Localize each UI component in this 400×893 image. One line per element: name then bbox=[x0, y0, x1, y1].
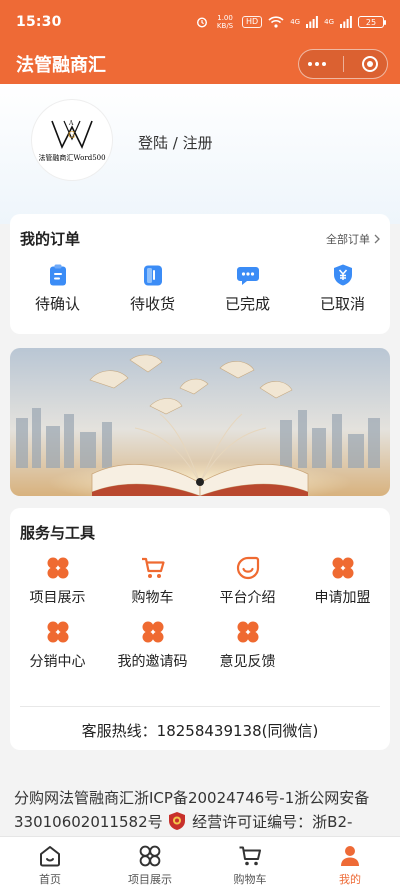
order-item-label: 待确认 bbox=[34, 295, 80, 313]
status-bar: 15:30 1.00 KB/S HD 4G 4G 25 bbox=[0, 0, 400, 44]
service-label: 购物车 bbox=[131, 590, 174, 606]
tab-label: 购物车 bbox=[233, 872, 267, 886]
wifi-icon bbox=[268, 16, 284, 28]
chevron-right-icon bbox=[374, 234, 380, 243]
divider bbox=[20, 706, 380, 707]
cart-icon bbox=[141, 557, 165, 578]
banner-pager-dot[interactable] bbox=[196, 478, 204, 486]
clover-icon bbox=[47, 557, 68, 579]
service-label: 平台介绍 bbox=[219, 590, 276, 606]
clover-icon bbox=[332, 557, 353, 579]
battery-icon: 25 bbox=[358, 16, 386, 28]
banner-book-image bbox=[10, 348, 390, 496]
tab-cart[interactable]: 购物车 bbox=[200, 837, 300, 893]
orders-card: 我的订单 全部订单 待确认 待收货 已完成 已取消 bbox=[10, 214, 390, 334]
icp-line-1: 分购网法管融商汇浙ICP备20024746号-1浙公网安备 bbox=[14, 789, 370, 807]
all-orders-link[interactable]: 全部订单 bbox=[326, 231, 380, 247]
close-target-icon[interactable] bbox=[362, 56, 379, 72]
service-label: 意见反馈 bbox=[219, 654, 276, 670]
top-bar: 15:30 1.00 KB/S HD 4G 4G 25 法管融商汇 bbox=[0, 0, 400, 84]
customer-service-hotline[interactable]: 客服热线：18258439138(同微信) bbox=[10, 720, 390, 741]
network-speed: 1.00 KB/S bbox=[216, 14, 234, 30]
service-distribution-center[interactable]: 分销中心 bbox=[10, 619, 105, 671]
service-label: 我的邀请码 bbox=[117, 654, 188, 670]
signal-bars-icon bbox=[306, 16, 319, 28]
yen-shield-icon bbox=[333, 264, 352, 286]
clover-icon bbox=[47, 621, 68, 643]
status-time: 15:30 bbox=[16, 14, 62, 30]
service-label: 分销中心 bbox=[29, 654, 86, 670]
tab-mine[interactable]: 我的 bbox=[300, 837, 400, 893]
tab-projects[interactable]: 项目展示 bbox=[100, 837, 200, 893]
service-label: 申请加盟 bbox=[314, 590, 371, 606]
service-apply-join[interactable]: 申请加盟 bbox=[295, 555, 390, 607]
alarm-icon bbox=[197, 17, 208, 28]
service-cart[interactable]: 购物车 bbox=[105, 555, 200, 607]
icp-line-2-a: 33010602011582号 bbox=[14, 813, 163, 831]
order-item-pending-confirm[interactable]: 待确认 bbox=[13, 263, 103, 314]
svg-text:G: G bbox=[68, 131, 75, 141]
all-orders-label: 全部订单 bbox=[326, 232, 370, 246]
tab-label: 项目展示 bbox=[128, 872, 172, 886]
avatar[interactable]: G A 法管融商汇Word500 bbox=[32, 100, 112, 180]
order-item-cancelled[interactable]: 已取消 bbox=[298, 263, 388, 314]
services-header: 服务与工具 bbox=[10, 508, 390, 543]
service-project-showcase[interactable]: 项目展示 bbox=[10, 555, 105, 607]
more-icon[interactable] bbox=[307, 62, 326, 66]
battery-level: 25 bbox=[365, 17, 377, 27]
signal-1-label: 4G bbox=[290, 18, 301, 26]
smile-drop-icon bbox=[236, 556, 259, 580]
police-badge-icon bbox=[169, 812, 186, 830]
profile-header: G A 法管融商汇Word500 登陆 / 注册 bbox=[0, 84, 400, 224]
order-item-completed[interactable]: 已完成 bbox=[203, 263, 293, 314]
hd-badge: HD bbox=[242, 16, 263, 28]
user-icon bbox=[341, 845, 359, 866]
services-card: 服务与工具 项目展示 购物车 平台介绍 申请加盟 分销中心 我的邀请码 意见反馈… bbox=[10, 508, 390, 750]
signal-2-label: 4G bbox=[324, 18, 334, 26]
document-icon bbox=[143, 265, 162, 286]
service-invite-code[interactable]: 我的邀请码 bbox=[105, 619, 200, 671]
order-item-label: 待收货 bbox=[129, 295, 175, 313]
cart-icon bbox=[239, 846, 261, 865]
order-item-label: 已取消 bbox=[319, 295, 365, 313]
icp-line-2: 33010602011582号 经营许可证编号：浙B2- bbox=[14, 810, 388, 834]
nav-bar: 法管融商汇 bbox=[0, 44, 400, 84]
icp-footer: 分购网法管融商汇浙ICP备20024746号-1浙公网安备 3301060201… bbox=[14, 786, 388, 834]
services-title: 服务与工具 bbox=[20, 524, 96, 542]
service-label: 项目展示 bbox=[29, 590, 86, 606]
page-title: 法管融商汇 bbox=[16, 55, 106, 76]
clipboard-icon bbox=[49, 264, 66, 286]
clover-icon bbox=[237, 621, 258, 643]
login-register-link[interactable]: 登陆 / 注册 bbox=[138, 132, 213, 153]
tab-bar: 首页 项目展示 购物车 我的 bbox=[0, 836, 400, 893]
promo-banner[interactable] bbox=[10, 348, 390, 496]
chat-bubble-icon bbox=[236, 267, 259, 285]
clover-icon bbox=[139, 845, 161, 866]
order-item-label: 已完成 bbox=[224, 295, 270, 313]
icp-line-2-b: 经营许可证编号：浙B2- bbox=[192, 813, 353, 831]
miniprogram-capsule bbox=[298, 49, 388, 79]
orders-title: 我的订单 bbox=[20, 230, 81, 248]
signal-bars-icon bbox=[340, 16, 352, 28]
logo-mark: G A bbox=[51, 120, 93, 149]
order-status-list: 待确认 待收货 已完成 已取消 bbox=[10, 263, 390, 314]
svg-text:A: A bbox=[68, 120, 74, 127]
capsule-divider bbox=[343, 56, 345, 72]
tab-label: 首页 bbox=[39, 872, 61, 886]
tab-home[interactable]: 首页 bbox=[0, 837, 100, 893]
status-icons: 1.00 KB/S HD 4G 4G 25 bbox=[196, 14, 386, 30]
service-platform-intro[interactable]: 平台介绍 bbox=[200, 555, 295, 607]
order-item-pending-receipt[interactable]: 待收货 bbox=[108, 263, 198, 314]
tab-label: 我的 bbox=[339, 872, 361, 886]
services-grid: 项目展示 购物车 平台介绍 申请加盟 分销中心 我的邀请码 意见反馈 bbox=[10, 555, 390, 671]
clover-icon bbox=[142, 621, 163, 643]
orders-header: 我的订单 全部订单 bbox=[10, 214, 390, 249]
service-feedback[interactable]: 意见反馈 bbox=[200, 619, 295, 671]
home-icon bbox=[40, 845, 60, 866]
avatar-caption: 法管融商汇Word500 bbox=[38, 154, 106, 162]
